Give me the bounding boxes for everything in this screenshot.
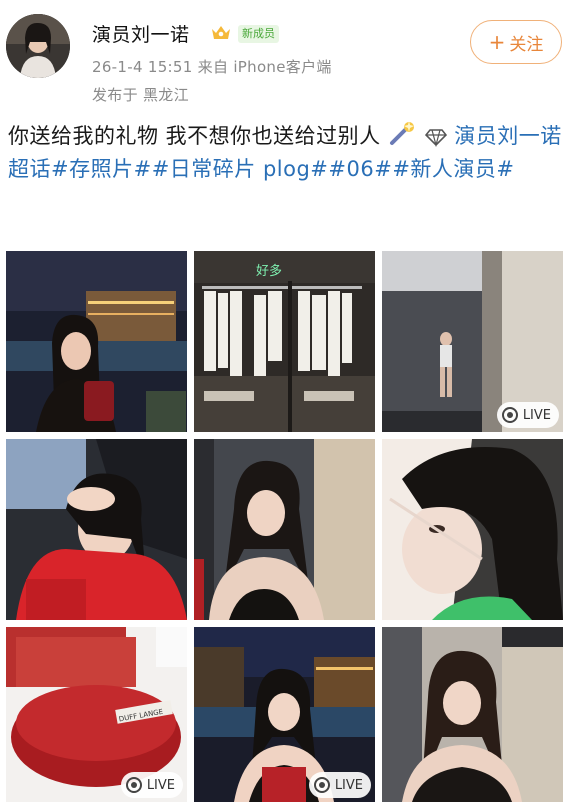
photo-7[interactable]: DUFF LANGE LIVE xyxy=(6,627,187,802)
wand-sparkle-icon xyxy=(389,121,414,145)
live-label: LIVE xyxy=(146,777,175,793)
live-badge: LIVE xyxy=(120,772,183,798)
photo-6[interactable] xyxy=(382,439,563,620)
avatar[interactable] xyxy=(6,14,70,78)
author-name[interactable]: 演员刘一诺 xyxy=(92,20,190,47)
live-label: LIVE xyxy=(334,777,363,793)
vip-crown-icon xyxy=(212,26,230,39)
photo-3[interactable]: LIVE xyxy=(382,251,563,432)
new-member-badge: 新成员 xyxy=(238,25,279,43)
svg-text:好多: 好多 xyxy=(256,263,282,279)
live-icon xyxy=(125,777,142,793)
photo-1[interactable] xyxy=(6,251,187,432)
live-badge: LIVE xyxy=(496,402,559,428)
follow-label: 关注 xyxy=(509,34,544,55)
follow-button[interactable]: + 关注 xyxy=(470,20,562,64)
live-label: LIVE xyxy=(522,407,551,423)
post-header: 演员刘一诺 新成员 + 关注 26-1-4 15:51 来自 iPhone客户端… xyxy=(0,0,571,112)
post-text: 你送给我的礼物 我不想你也送给过别人 演员刘一诺超话#存照片##日常碎片 plo… xyxy=(8,120,563,186)
live-icon xyxy=(313,777,330,793)
photo-5[interactable] xyxy=(194,439,375,620)
post-meta: 26-1-4 15:51 来自 iPhone客户端 xyxy=(92,58,332,76)
photo-4[interactable] xyxy=(6,439,187,620)
post-main-text: 你送给我的礼物 我不想你也送给过别人 xyxy=(8,124,381,148)
post-location: 发布于 黑龙江 xyxy=(92,86,189,104)
photo-9[interactable] xyxy=(382,627,563,802)
photo-2[interactable]: 好多 xyxy=(194,251,375,432)
live-badge: LIVE xyxy=(308,772,371,798)
plus-icon: + xyxy=(488,30,506,54)
photo-8[interactable]: LIVE xyxy=(194,627,375,802)
diamond-icon xyxy=(425,129,448,147)
live-icon xyxy=(501,407,518,423)
